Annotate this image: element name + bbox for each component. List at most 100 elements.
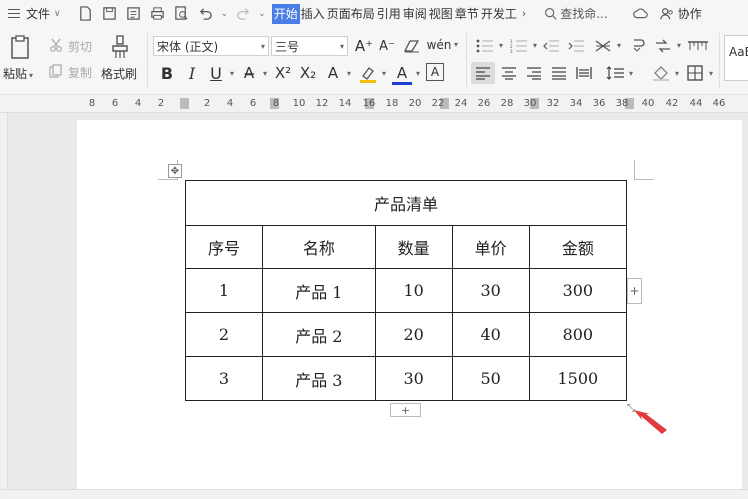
tab-page-layout[interactable]: 页面布局 (326, 4, 376, 24)
marks-dropdown-icon[interactable]: ▾ (677, 41, 681, 50)
subscript-icon[interactable]: X₂ (297, 63, 319, 83)
table-cell[interactable]: 3 (184, 356, 264, 401)
table-cell[interactable]: 50 (451, 356, 530, 401)
tab-references[interactable]: 引用 (376, 4, 402, 24)
add-row-button[interactable]: + (390, 403, 421, 417)
bullet-dropdown-icon[interactable]: ▾ (499, 41, 503, 50)
shading-icon[interactable] (650, 62, 672, 84)
bullet-list-icon[interactable] (474, 36, 496, 56)
table-cell[interactable]: 300 (528, 268, 628, 313)
chinese-layout-dropdown-icon[interactable]: ▾ (617, 41, 621, 50)
line-spacing-icon[interactable] (604, 62, 626, 84)
paste-button[interactable]: 粘贴 ▾ (3, 65, 33, 82)
strikethrough-dropdown-icon[interactable]: ▾ (263, 69, 267, 78)
add-column-button[interactable]: + (627, 278, 642, 304)
table-cell[interactable]: 20 (374, 312, 453, 357)
format-painter-icon[interactable] (108, 33, 132, 61)
file-menu[interactable]: 文件 ∨ (0, 5, 61, 22)
align-right-icon[interactable] (522, 62, 546, 84)
table-cell[interactable]: 产品 1 (262, 268, 376, 313)
strikethrough-icon[interactable]: A̶ (239, 63, 259, 83)
phonetic-guide-icon[interactable]: wén (427, 34, 452, 56)
table-cell[interactable]: 2 (184, 312, 264, 357)
product-table[interactable]: 产品清单 序号 名称 数量 单价 金额 1 产品 1 10 30 300 2 产… (184, 180, 628, 401)
table-cell[interactable]: 产品 2 (262, 312, 376, 357)
italic-icon[interactable]: I (182, 63, 202, 83)
ruler-margin-marker[interactable] (180, 98, 189, 109)
new-document-icon[interactable] (75, 3, 97, 25)
tab-review[interactable]: 审阅 (402, 4, 428, 24)
font-name-select[interactable]: 宋体 (正文) ▾ (153, 36, 269, 56)
table-header-cell[interactable]: 序号 (184, 225, 264, 269)
print-preview-icon[interactable] (171, 3, 193, 25)
tab-chapter[interactable]: 章节 (454, 4, 480, 24)
horizontal-ruler[interactable]: 8 6 4 2 2 4 6 8 10 12 14 16 18 20 22 24 26 28 30 32 34 36 38 40… (0, 95, 748, 113)
sort-icon[interactable] (628, 36, 650, 56)
undo-dropdown-icon[interactable]: ⌄ (221, 9, 229, 19)
tab-home[interactable]: 开始 (271, 3, 300, 24)
copy-label[interactable]: 复制 (68, 64, 92, 81)
line-spacing-dropdown-icon[interactable]: ▾ (629, 69, 633, 78)
highlight-icon[interactable] (357, 63, 379, 85)
tabs-more-icon[interactable]: › (522, 7, 526, 20)
collaborate-button[interactable]: 协作 (659, 5, 702, 22)
font-color-dropdown-icon[interactable]: ▾ (416, 69, 420, 78)
numbered-list-icon[interactable]: 123 (508, 36, 530, 56)
underline-dropdown-icon[interactable]: ▾ (230, 69, 234, 78)
cut-label[interactable]: 剪切 (68, 38, 92, 55)
export-pdf-icon[interactable] (123, 3, 145, 25)
tab-insert[interactable]: 插入 (300, 4, 326, 24)
phonetic-dropdown-icon[interactable]: ▾ (454, 40, 458, 49)
table-cell[interactable]: 800 (528, 312, 628, 357)
decrease-indent-icon[interactable] (541, 36, 561, 56)
tab-view[interactable]: 视图 (428, 4, 454, 24)
increase-font-size-icon[interactable]: A⁺ (354, 36, 374, 56)
table-cell[interactable]: 40 (451, 312, 530, 357)
increase-indent-icon[interactable] (566, 36, 586, 56)
table-cell[interactable]: 1500 (528, 356, 628, 401)
align-center-icon[interactable] (497, 62, 521, 84)
table-header-cell[interactable]: 数量 (374, 225, 453, 269)
table-cell[interactable]: 产品 3 (262, 356, 376, 401)
table-cell[interactable]: 10 (374, 268, 453, 313)
shading-dropdown-icon[interactable]: ▾ (675, 69, 679, 78)
save-icon[interactable] (99, 3, 121, 25)
table-cell[interactable]: 30 (374, 356, 453, 401)
text-effect-dropdown-icon[interactable]: ▾ (347, 69, 351, 78)
undo-icon[interactable] (195, 3, 217, 25)
clear-format-icon[interactable] (402, 36, 422, 56)
command-search[interactable]: 查找命... (544, 5, 608, 22)
tab-stops-icon[interactable] (686, 36, 710, 56)
format-painter-label[interactable]: 格式刷 (101, 65, 137, 82)
tab-developer[interactable]: 开发工 (480, 4, 518, 24)
table-title-cell[interactable]: 产品清单 (185, 180, 627, 226)
highlight-dropdown-icon[interactable]: ▾ (382, 69, 386, 78)
font-size-select[interactable]: 三号 ▾ (271, 36, 348, 56)
decrease-font-size-icon[interactable]: A⁻ (377, 36, 397, 56)
table-move-handle-icon[interactable]: ✥ (168, 164, 182, 178)
text-effect-icon[interactable]: A (323, 63, 343, 83)
show-hide-marks-icon[interactable] (652, 36, 674, 56)
justify-icon[interactable] (547, 62, 571, 84)
character-border-icon[interactable]: A (426, 63, 444, 81)
borders-dropdown-icon[interactable]: ▾ (709, 69, 713, 78)
table-cell[interactable]: 1 (184, 268, 264, 313)
redo-icon[interactable] (232, 3, 254, 25)
redo-dropdown-icon[interactable]: ⌄ (258, 9, 266, 19)
borders-icon[interactable] (684, 62, 706, 84)
table-header-cell[interactable]: 单价 (451, 225, 530, 269)
style-gallery[interactable]: AaB (724, 35, 748, 81)
superscript-icon[interactable]: X² (272, 63, 294, 83)
chinese-layout-icon[interactable] (592, 36, 614, 56)
cut-icon[interactable] (48, 37, 64, 53)
numbering-dropdown-icon[interactable]: ▾ (533, 41, 537, 50)
underline-icon[interactable]: U (206, 63, 226, 83)
paste-icon[interactable] (6, 33, 34, 61)
cloud-sync-icon[interactable] (630, 3, 652, 25)
vertical-ruler[interactable] (0, 113, 8, 499)
table-cell[interactable]: 30 (451, 268, 530, 313)
distributed-align-icon[interactable] (572, 62, 596, 84)
align-left-icon[interactable] (471, 62, 495, 84)
table-header-cell[interactable]: 名称 (262, 225, 376, 269)
table-header-cell[interactable]: 金额 (528, 225, 628, 269)
